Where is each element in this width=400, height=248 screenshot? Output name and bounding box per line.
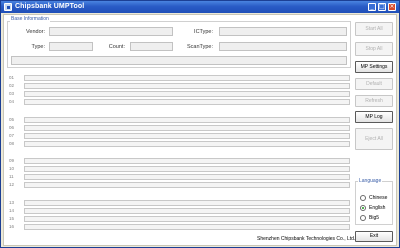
port-number-label: 03 xyxy=(9,91,15,96)
stop-all-button[interactable]: Stop All xyxy=(355,42,393,56)
radio-label: Chinese xyxy=(369,195,388,201)
radio-checked-icon[interactable] xyxy=(360,205,366,211)
port-number-label: 10 xyxy=(9,166,15,171)
port-number-label: 05 xyxy=(9,117,15,122)
port-number-label: 15 xyxy=(9,216,15,221)
radio-label: English xyxy=(369,205,386,211)
port-progress-bar xyxy=(24,166,350,172)
minimize-button[interactable]: _ xyxy=(368,3,376,11)
base-information-label: Base Information xyxy=(10,16,50,22)
eject-all-button[interactable]: Eject All xyxy=(355,128,393,150)
language-option-english[interactable]: English xyxy=(360,204,394,212)
language-label: Language xyxy=(358,178,383,184)
port-progress-bar xyxy=(24,133,350,139)
scantype-label: ScanType: xyxy=(187,44,213,50)
port-progress-bar xyxy=(24,158,350,164)
vendor-field xyxy=(49,27,173,36)
refresh-button[interactable]: Refresh xyxy=(355,95,393,107)
type-label: Type: xyxy=(31,44,45,50)
port-number-label: 06 xyxy=(9,125,15,130)
port-number-label: 08 xyxy=(9,141,15,146)
maximize-button[interactable]: □ xyxy=(378,3,386,11)
port-number-label: 14 xyxy=(9,208,15,213)
port-number-label: 01 xyxy=(9,75,15,80)
port-progress-bar xyxy=(24,224,350,230)
port-progress-bar xyxy=(24,208,350,214)
port-progress-bar xyxy=(24,99,350,105)
app-window: Chipsbank UMPTool _ □ × Base Information… xyxy=(0,0,400,248)
port-number-label: 11 xyxy=(9,174,14,179)
port-progress-bar xyxy=(24,83,350,89)
radio-label: Big5 xyxy=(369,215,380,221)
count-field xyxy=(130,42,173,51)
scantype-field xyxy=(219,42,347,51)
language-option-big5[interactable]: Big5 xyxy=(360,214,394,222)
port-progress-bar xyxy=(24,216,350,222)
port-progress-bar xyxy=(24,182,350,188)
port-number-label: 04 xyxy=(9,99,15,104)
port-progress-bar xyxy=(24,174,350,180)
port-progress-bar xyxy=(24,75,350,81)
default-button[interactable]: Default xyxy=(355,78,393,90)
mp-settings-button[interactable]: MP Settings xyxy=(355,61,393,73)
port-number-label: 13 xyxy=(9,200,15,205)
port-progress-bar xyxy=(24,117,350,123)
port-number-label: 12 xyxy=(9,182,15,187)
mp-log-button[interactable]: MP Log xyxy=(355,111,393,123)
port-progress-bar xyxy=(24,125,350,131)
radio-icon[interactable] xyxy=(360,215,366,221)
ictype-field xyxy=(219,27,347,36)
count-label: Count: xyxy=(108,44,125,50)
radio-icon[interactable] xyxy=(360,195,366,201)
port-progress-bar xyxy=(24,200,350,206)
window-title: Chipsbank UMPTool xyxy=(15,3,85,10)
vendor-label: Vendor: xyxy=(26,29,45,35)
title-bar[interactable]: Chipsbank UMPTool _ □ × xyxy=(1,1,399,13)
status-field xyxy=(11,56,347,65)
language-option-chinese[interactable]: Chinese xyxy=(360,194,394,202)
port-number-label: 02 xyxy=(9,83,15,88)
company-footer: Shenzhen Chipsbank Technologies Co., Ltd… xyxy=(257,236,356,242)
exit-button[interactable]: Exit xyxy=(355,231,393,242)
app-icon xyxy=(4,3,12,11)
port-number-label: 07 xyxy=(9,133,15,138)
port-number-label: 09 xyxy=(9,158,15,163)
type-field xyxy=(49,42,93,51)
close-button[interactable]: × xyxy=(388,3,396,11)
start-all-button[interactable]: Start All xyxy=(355,22,393,36)
port-progress-bar xyxy=(24,91,350,97)
ictype-label: ICType: xyxy=(194,29,213,35)
language-group: Language Chinese English Big5 xyxy=(355,178,394,225)
port-progress-bar xyxy=(24,141,350,147)
port-number-label: 16 xyxy=(9,224,15,229)
